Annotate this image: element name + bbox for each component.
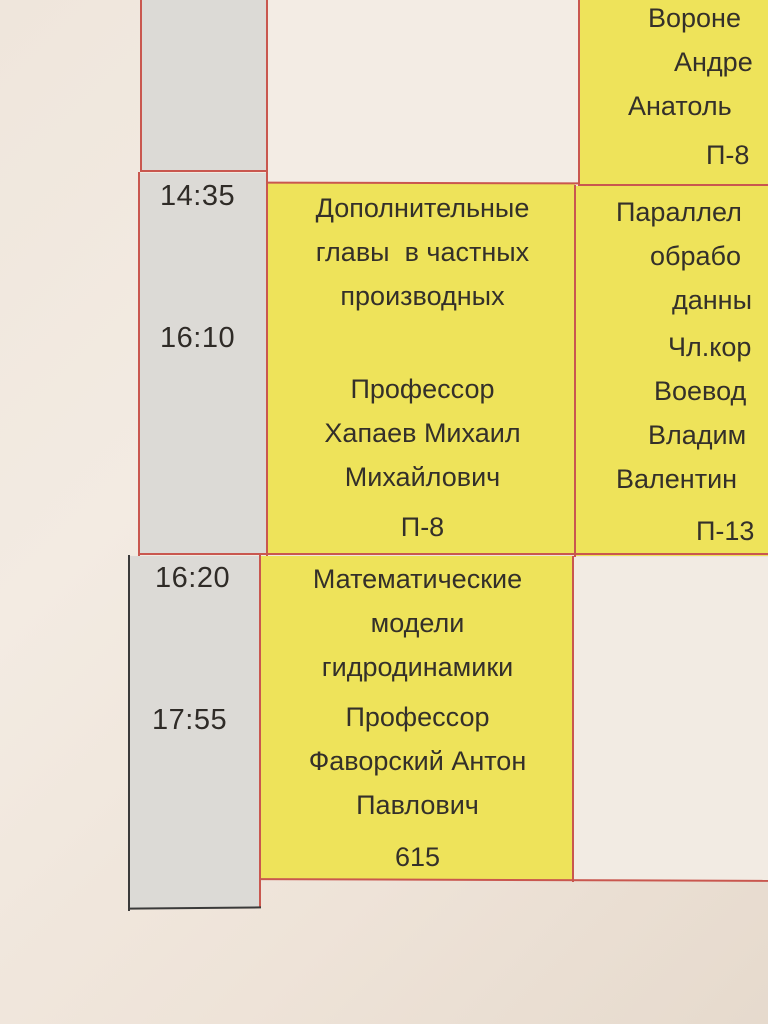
- right-teacher-line: Валентин: [616, 464, 738, 494]
- right-teacher-line: Чл.кор: [668, 332, 752, 362]
- top-right-teacher-line-1: Вороне: [648, 3, 741, 33]
- right-teacher-line: Воевод: [654, 376, 747, 406]
- start-time: 14:35: [160, 180, 236, 212]
- right-course-title-line: обрабо: [650, 241, 741, 271]
- grid-line: [127, 906, 262, 910]
- top-right-room: П-8: [706, 140, 750, 170]
- course-title-line: производных: [340, 281, 505, 311]
- right-room-number: П-13: [696, 516, 755, 546]
- time-cell-top: [141, 0, 267, 172]
- empty-cell-slot2-right: [574, 557, 768, 881]
- course-title-line: гидродинамики: [321, 652, 514, 682]
- grid-line: [138, 553, 768, 555]
- time-cell-slot1: [139, 173, 267, 553]
- teacher-line: Павлович: [356, 790, 479, 820]
- grid-line: [578, 0, 580, 186]
- schedule-table: Вороне Андре Анатоль П-8 14:35 16:10 Доп…: [0, 0, 768, 1024]
- course-title-line: Математические: [312, 564, 523, 594]
- grid-line: [138, 172, 140, 556]
- end-time: 17:55: [152, 704, 228, 736]
- right-teacher-line: Владим: [648, 420, 747, 450]
- course-title-line: главы в частных: [315, 237, 530, 267]
- grid-line: [140, 0, 142, 172]
- teacher-line: Михайлович: [344, 462, 501, 492]
- top-right-teacher-line-2: Андре: [674, 47, 753, 77]
- grid-line: [266, 0, 268, 556]
- start-time: 16:20: [155, 562, 231, 594]
- grid-line: [572, 556, 574, 882]
- course-title-line: Дополнительные: [315, 193, 530, 223]
- grid-line: [259, 555, 261, 908]
- grid-line: [128, 555, 130, 911]
- end-time: 16:10: [160, 322, 236, 354]
- top-right-teacher-line-3: Анатоль: [628, 91, 732, 121]
- right-course-title-line: Параллел: [616, 197, 742, 227]
- teacher-line: Профессор: [350, 374, 495, 404]
- grid-line: [140, 170, 268, 172]
- teacher-line: Профессор: [345, 702, 490, 732]
- grid-line: [578, 184, 768, 186]
- teacher-line: Хапаев Михаил: [324, 418, 521, 448]
- teacher-line: Фаворский Антон: [308, 746, 527, 776]
- right-course-title-line: данны: [672, 285, 752, 315]
- room-number: 615: [394, 842, 441, 872]
- empty-cell-top: [268, 0, 579, 182]
- course-title-line: модели: [370, 608, 465, 638]
- room-number: П-8: [400, 512, 445, 542]
